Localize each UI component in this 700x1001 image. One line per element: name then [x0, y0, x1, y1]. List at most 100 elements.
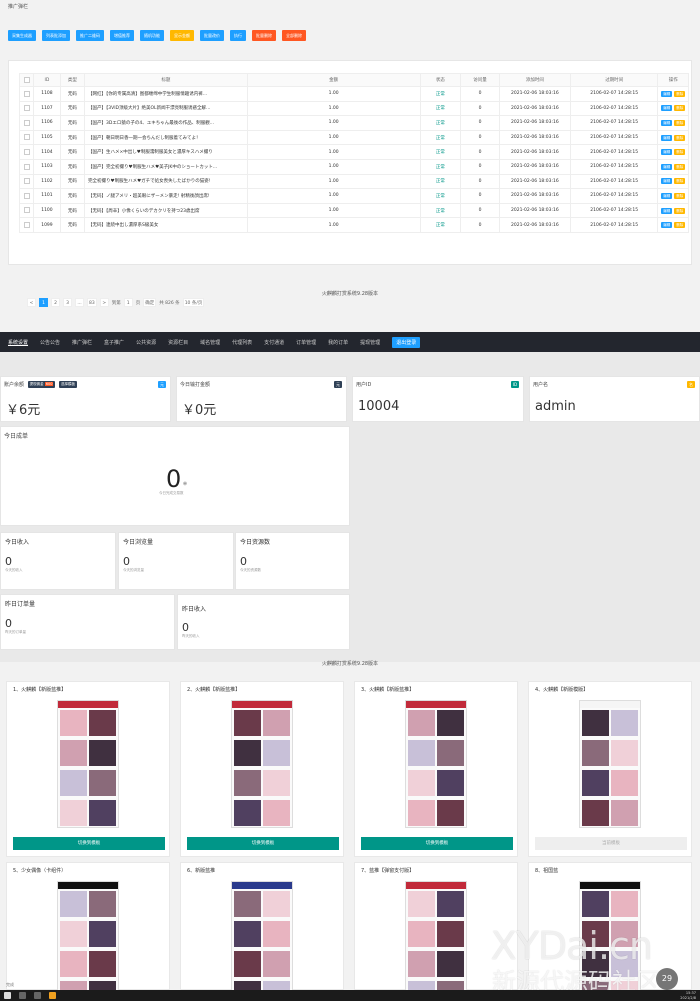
nav-item-5[interactable]: 资源栏目	[168, 339, 188, 346]
row-select-cell[interactable]	[18, 129, 35, 146]
edit-button[interactable]: 编辑	[661, 105, 673, 112]
column-header[interactable]: 状态	[419, 73, 462, 87]
toolbar-button-2[interactable]: 推广二维码	[76, 30, 104, 41]
switch-template-button[interactable]: 当前模板	[535, 837, 687, 850]
table-row[interactable]: 1108 无码 【网红】【你的专属高清】图都缠绵中学生制服情趣诱内裤... 1.00 正…	[18, 86, 689, 102]
edit-button[interactable]: 编辑	[661, 149, 673, 156]
select-all-checkbox[interactable]	[23, 76, 30, 83]
column-header[interactable]: 金额	[246, 73, 421, 87]
table-row[interactable]: 1106 无码 【国产】3Dエロ猿の子の4、ユキちゃん最後の作品、制服觀... 1.0…	[18, 115, 689, 131]
delete-button[interactable]: 删除	[674, 119, 686, 126]
nav-item-11[interactable]: 提现管理	[360, 339, 380, 346]
nav-item-8[interactable]: 支付通道	[264, 339, 284, 346]
column-header[interactable]: ID	[33, 73, 61, 87]
table-row[interactable]: 1099 无码 【无码】連続中出し濃厚系S級美女 1.00 正常 0 2021-02-06 …	[18, 217, 689, 233]
pager-per-page-select[interactable]: 10 条/页	[182, 298, 205, 307]
nav-item-10[interactable]: 我的订单	[328, 339, 348, 346]
pager-page-4[interactable]: 83	[87, 298, 97, 307]
edit-button[interactable]: 编辑	[661, 192, 673, 199]
pager-page-0[interactable]: 1	[39, 298, 48, 307]
row-checkbox[interactable]	[23, 105, 30, 112]
pager-page-2[interactable]: 3	[63, 298, 72, 307]
row-checkbox[interactable]	[23, 134, 30, 141]
toolbar-button-8[interactable]: 批量删除	[252, 30, 276, 41]
delete-button[interactable]: 删除	[674, 222, 686, 229]
edit-button[interactable]: 编辑	[661, 163, 673, 170]
nav-item-7[interactable]: 代理列表	[232, 339, 252, 346]
delete-button[interactable]: 删除	[674, 149, 686, 156]
edit-button[interactable]: 编辑	[661, 207, 673, 214]
toolbar-button-3[interactable]: 增值推荐	[110, 30, 134, 41]
edit-button[interactable]: 编辑	[661, 119, 673, 126]
toolbar-button-9[interactable]: 全部删除	[282, 30, 306, 41]
delete-button[interactable]: 删除	[674, 90, 686, 97]
row-select-cell[interactable]	[18, 86, 35, 102]
choose-template-chip[interactable]: 选择模板	[59, 381, 78, 388]
row-select-cell[interactable]	[18, 217, 35, 233]
column-header[interactable]: 类型	[59, 73, 86, 87]
table-row[interactable]: 1107 无码 【国产】【3VID顶级大片】绝美OL新闻干漂亮制服诱惑全解... 1.…	[18, 100, 689, 117]
app-icon[interactable]	[49, 992, 56, 999]
task-view-icon[interactable]	[34, 992, 41, 999]
nav-item-6[interactable]: 域名管理	[200, 339, 220, 346]
pager-prev-button[interactable]: <	[27, 298, 36, 307]
nav-item-2[interactable]: 推广弹栏	[72, 339, 92, 346]
pager-page-3[interactable]: ...	[75, 298, 84, 307]
row-select-cell[interactable]	[18, 188, 35, 204]
delete-button[interactable]: 删除	[674, 192, 686, 199]
pager-confirm-button[interactable]: 确定	[143, 298, 157, 307]
row-checkbox[interactable]	[23, 207, 30, 214]
toolbar-button-7[interactable]: 执行	[230, 30, 246, 41]
column-header[interactable]: 访问量	[460, 73, 500, 87]
delete-button[interactable]: 删除	[674, 105, 686, 112]
nav-item-9[interactable]: 订单管理	[296, 339, 316, 346]
table-row[interactable]: 1100 无码 【无码】【周辛】小像くらいのデカクリを持つ23歳出席 1.00 正常 0 2…	[18, 202, 689, 219]
row-select-cell[interactable]	[18, 144, 35, 160]
switch-template-button[interactable]: 切换到模板	[361, 837, 513, 850]
row-checkbox[interactable]	[23, 119, 30, 126]
toolbar-button-5[interactable]: 显示金额	[170, 30, 194, 41]
row-select-cell[interactable]	[18, 100, 35, 117]
switch-template-button[interactable]: 切换到模板	[187, 837, 339, 850]
search-icon[interactable]	[19, 992, 26, 999]
table-row[interactable]: 1104 无码 【国产】生ハメ×中出し♥制服濡制服美女と濃厚キスハメ撮り 1.00 正常…	[18, 144, 689, 160]
delete-button[interactable]: 删除	[674, 178, 686, 185]
nav-item-12[interactable]: 退出登录	[392, 336, 421, 348]
toolbar-button-1[interactable]: 列表批添加	[42, 30, 70, 41]
edit-button[interactable]: 编辑	[661, 222, 673, 229]
row-checkbox[interactable]	[23, 163, 30, 170]
row-select-cell[interactable]	[18, 158, 35, 175]
pager-page-1[interactable]: 2	[51, 298, 60, 307]
row-checkbox[interactable]	[23, 192, 30, 199]
row-checkbox[interactable]	[23, 90, 30, 97]
toolbar-button-0[interactable]: 采集生成器	[8, 30, 36, 41]
row-select-cell[interactable]	[18, 173, 35, 190]
row-checkbox[interactable]	[23, 178, 30, 185]
switch-template-button[interactable]: 切换到模板	[13, 837, 165, 850]
notification-badge[interactable]: 29	[656, 968, 678, 990]
column-header[interactable]: 添加时间	[498, 73, 571, 87]
pager-page-input[interactable]: 1	[123, 298, 133, 307]
toolbar-button-4[interactable]: 随机功能	[140, 30, 164, 41]
row-checkbox[interactable]	[23, 148, 30, 155]
delete-button[interactable]: 删除	[674, 134, 686, 141]
withdraw-chip[interactable]: 提现佣金 600	[27, 381, 56, 388]
row-select-cell[interactable]	[18, 202, 35, 219]
toolbar-button-6[interactable]: 批量改价	[200, 30, 224, 41]
select-all-cell[interactable]	[18, 73, 35, 87]
edit-button[interactable]: 编辑	[661, 90, 673, 97]
table-row[interactable]: 1105 无码 【国产】朝日明日香一期一会ちんだし制服着てみてよ！ 1.00 正常 0 20…	[18, 129, 689, 146]
nav-item-3[interactable]: 盒子推广	[104, 339, 124, 346]
edit-button[interactable]: 编辑	[661, 134, 673, 141]
table-row[interactable]: 1102 无码 完全初撮り♥制服生ハメ♥ガチで処女喪失したばかりの猫姿! 1.00 正常…	[18, 173, 689, 190]
nav-item-1[interactable]: 公告公告	[40, 339, 60, 346]
start-icon[interactable]	[4, 992, 11, 999]
column-header[interactable]: 标题	[84, 73, 248, 87]
nav-item-4[interactable]: 公共资源	[136, 339, 156, 346]
column-header[interactable]: 过期时间	[569, 73, 659, 87]
table-row[interactable]: 1101 无码 【无码】ノ腿アメリ・超美眼にザーメン暴走! 射精後顔出席! 1.00 正…	[18, 188, 689, 204]
delete-button[interactable]: 删除	[674, 163, 686, 170]
edit-button[interactable]: 编辑	[661, 178, 673, 185]
nav-item-0[interactable]: 系统设置	[8, 339, 28, 346]
row-checkbox[interactable]	[23, 221, 30, 228]
